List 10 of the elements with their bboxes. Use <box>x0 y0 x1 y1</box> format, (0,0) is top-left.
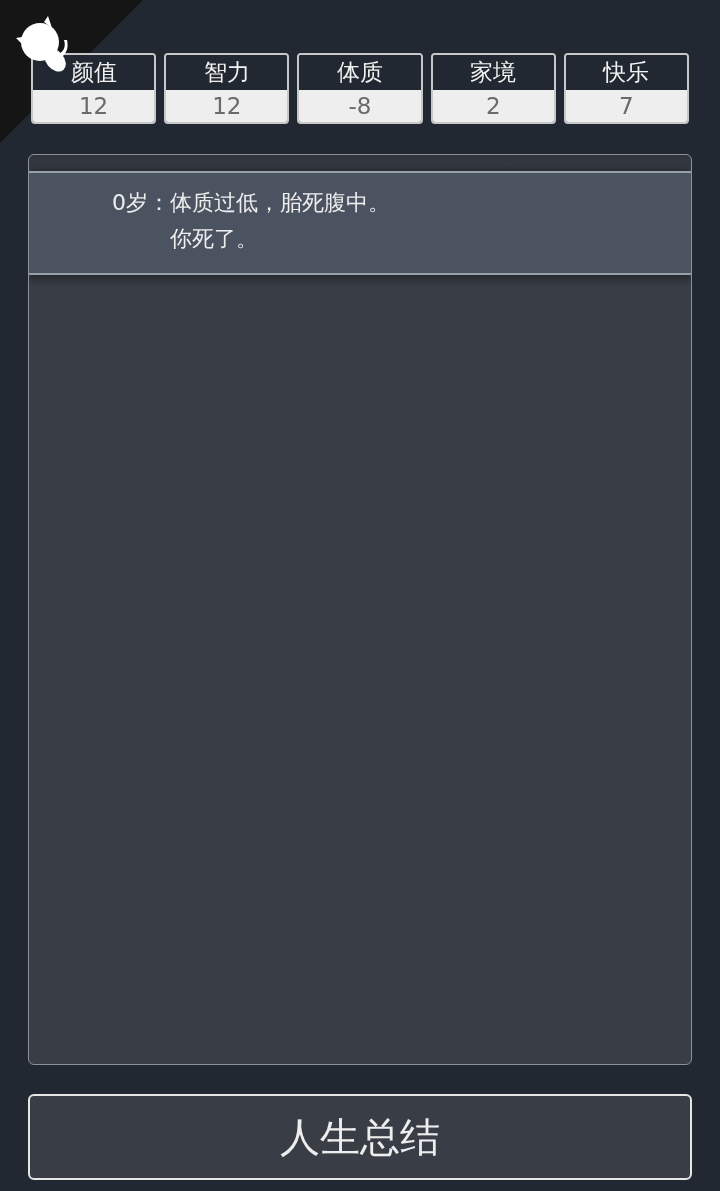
property-value: 7 <box>565 90 687 122</box>
event-text: 你死了。 <box>170 225 258 253</box>
age-label: 0岁： <box>112 189 170 217</box>
event-text: 体质过低，胎死腹中。 <box>170 189 390 217</box>
property-value: -8 <box>299 90 421 122</box>
cat-icon[interactable] <box>16 16 68 74</box>
property-value: 12 <box>33 90 155 122</box>
property-value: 12 <box>166 90 288 122</box>
summary-button[interactable]: 人生总结 <box>28 1094 692 1180</box>
property-value: 2 <box>432 90 554 122</box>
